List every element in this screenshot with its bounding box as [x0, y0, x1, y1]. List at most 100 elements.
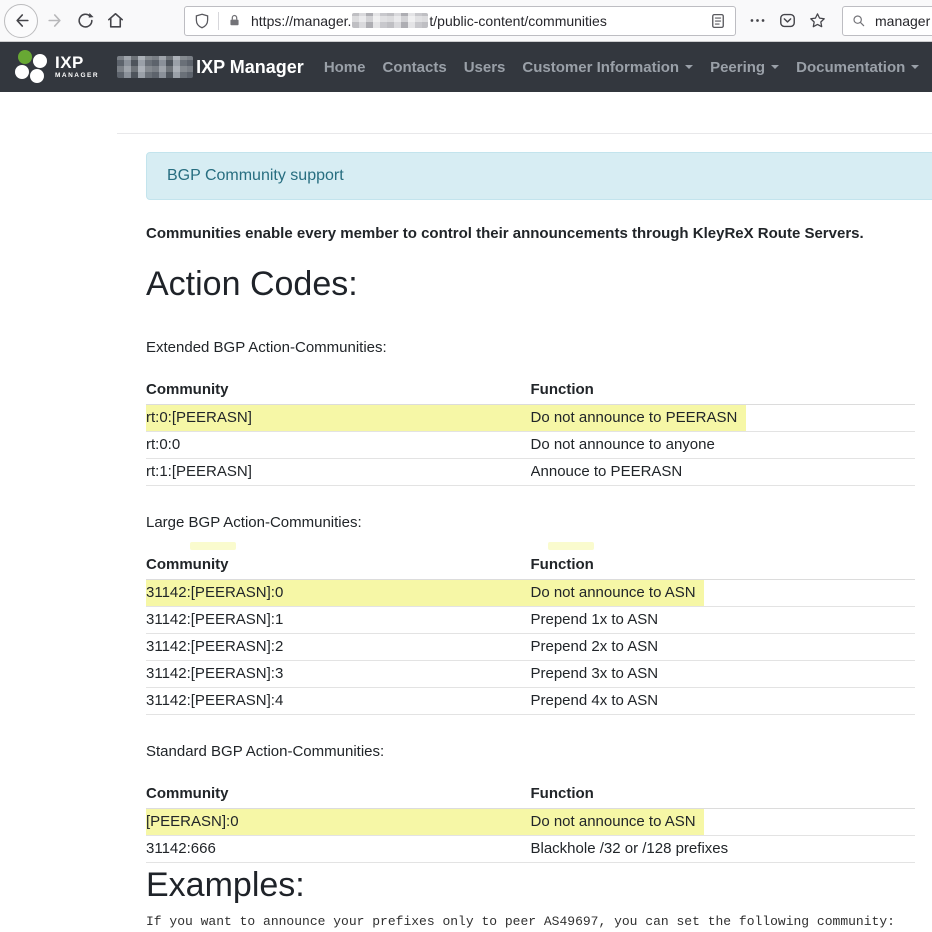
community-cell: 31142:[PEERASN]:1	[146, 607, 531, 634]
pocket-button[interactable]	[772, 6, 802, 36]
community-cell: 31142:[PEERASN]:2	[146, 634, 531, 661]
nav-item-users[interactable]: Users	[464, 59, 506, 76]
ixp-manager-logo[interactable]: IXP MANAGER	[12, 48, 99, 86]
table-row: 31142:666Blackhole /32 or /128 prefixes	[146, 836, 915, 863]
function-cell: Do not announce to anyone	[531, 432, 916, 459]
search-input[interactable]: manager	[842, 6, 932, 36]
content-divider	[117, 133, 932, 134]
logo-text-main: IXP	[55, 54, 99, 71]
browser-window: https://manager. t/public-content/communi…	[0, 0, 932, 932]
community-cell: rt:0:[PEERASN]	[146, 405, 531, 432]
table-row: rt:1:[PEERASN]Annouce to PEERASN	[146, 459, 915, 486]
pocket-icon	[778, 11, 797, 30]
ellipsis-icon	[748, 11, 767, 30]
nav-item-contacts[interactable]: Contacts	[383, 59, 447, 76]
function-cell-highlighted: Do not announce to ASN	[531, 809, 916, 836]
search-icon	[851, 13, 867, 29]
function-cell: Prepend 1x to ASN	[531, 607, 916, 634]
nav-item-label: Contacts	[383, 59, 447, 76]
function-cell-highlighted: Do not announce to ASN	[531, 580, 916, 607]
community-cell: [PEERASN]:0	[146, 809, 531, 836]
reload-button[interactable]	[70, 6, 100, 36]
redacted-brand-name	[117, 56, 193, 78]
table-row: 31142:[PEERASN]:4Prepend 4x to ASN	[146, 688, 915, 715]
back-button[interactable]	[4, 4, 38, 38]
sections: Extended BGP Action-Communities: Communit…	[146, 338, 915, 863]
brand-title[interactable]: IXP Manager	[196, 57, 304, 78]
community-cell: 31142:[PEERASN]:0	[146, 580, 531, 607]
redacted-domain	[352, 13, 428, 28]
url-prefix: https://manager.	[251, 13, 351, 29]
nav-item-peering[interactable]: Peering	[710, 59, 779, 76]
example-text: If you want to announce your prefixes on…	[146, 915, 915, 929]
intro-paragraph: Communities enable every member to contr…	[146, 224, 915, 243]
function-cell: Prepend 3x to ASN	[531, 661, 916, 688]
action-codes-heading: Action Codes:	[146, 264, 915, 304]
communities-table: CommunityFunction[PEERASN]:0Do not annou…	[146, 783, 915, 863]
nav-item-label: Users	[464, 59, 506, 76]
section-label: Extended BGP Action-Communities:	[146, 338, 915, 357]
lock-icon[interactable]	[227, 13, 242, 28]
chevron-down-icon	[685, 65, 693, 69]
community-cell: 31142:[PEERASN]:4	[146, 688, 531, 715]
main-content: Communities enable every member to contr…	[146, 224, 915, 929]
table-header-row: CommunityFunction	[146, 554, 915, 580]
back-arrow-icon	[12, 11, 31, 30]
chevron-down-icon	[771, 65, 779, 69]
nav-item-label: Home	[324, 59, 366, 76]
home-icon	[106, 11, 125, 30]
community-cell: rt:1:[PEERASN]	[146, 459, 531, 486]
table-row: 31142:[PEERASN]:3Prepend 3x to ASN	[146, 661, 915, 688]
url-bar[interactable]: https://manager. t/public-content/communi…	[184, 6, 736, 36]
function-cell: Prepend 2x to ASN	[531, 634, 916, 661]
url-text: https://manager. t/public-content/communi…	[251, 13, 709, 29]
table-row: 31142:[PEERASN]:0Do not announce to ASN	[146, 580, 915, 607]
function-cell: Annouce to PEERASN	[531, 459, 916, 486]
home-button[interactable]	[100, 6, 130, 36]
community-cell: 31142:[PEERASN]:3	[146, 661, 531, 688]
url-suffix: t/public-content/communities	[429, 13, 606, 29]
section-label: Standard BGP Action-Communities:	[146, 742, 915, 761]
search-value: manager	[875, 13, 930, 29]
star-icon	[808, 11, 827, 30]
community-cell: rt:0:0	[146, 432, 531, 459]
nav-item-home[interactable]: Home	[324, 59, 366, 76]
communities-table-wrap: CommunityFunctionrt:0:[PEERASN]Do not an…	[146, 379, 915, 486]
forward-arrow-icon	[46, 11, 65, 30]
table-row: rt:0:0Do not announce to anyone	[146, 432, 915, 459]
nav-item-label: Documentation	[796, 59, 905, 76]
bgp-community-alert: BGP Community support	[146, 152, 932, 200]
function-cell: Blackhole /32 or /128 prefixes	[531, 836, 916, 863]
toolbar-right-icons	[742, 6, 832, 36]
ixp-logo-icon	[12, 48, 50, 86]
nav-items: Home Contacts Users Customer Information Pee…	[324, 59, 932, 76]
browser-toolbar: https://manager. t/public-content/communi…	[0, 0, 932, 42]
forward-button[interactable]	[40, 6, 70, 36]
nav-item-customer-information[interactable]: Customer Information	[522, 59, 693, 76]
nav-item-documentation[interactable]: Documentation	[796, 59, 919, 76]
table-header-cell: Function	[531, 783, 916, 809]
tracking-protection-shield-icon[interactable]	[193, 12, 211, 30]
overflow-menu-button[interactable]	[742, 6, 772, 36]
highlighter-smudge	[548, 542, 594, 550]
communities-table-wrap: CommunityFunction31142:[PEERASN]:0Do not…	[146, 554, 915, 715]
bookmark-button[interactable]	[802, 6, 832, 36]
table-header-row: CommunityFunction	[146, 379, 915, 405]
communities-table-wrap: CommunityFunction[PEERASN]:0Do not annou…	[146, 783, 915, 863]
communities-table: CommunityFunction31142:[PEERASN]:0Do not…	[146, 554, 915, 715]
table-header-cell: Function	[531, 554, 916, 580]
table-header-cell: Function	[531, 379, 916, 405]
urlbar-divider	[218, 12, 219, 30]
highlighter-smudge	[190, 542, 236, 550]
chevron-down-icon	[911, 65, 919, 69]
reload-icon	[76, 11, 95, 30]
function-cell-highlighted: Do not announce to PEERASN	[531, 405, 916, 432]
table-header-row: CommunityFunction	[146, 783, 915, 809]
app-navbar: IXP MANAGER IXP Manager Home Contacts User…	[0, 42, 932, 92]
nav-item-label: Customer Information	[522, 59, 679, 76]
reader-mode-icon[interactable]	[709, 12, 727, 30]
table-header-cell: Community	[146, 554, 531, 580]
communities-table: CommunityFunctionrt:0:[PEERASN]Do not an…	[146, 379, 915, 486]
table-row: 31142:[PEERASN]:1Prepend 1x to ASN	[146, 607, 915, 634]
table-row: [PEERASN]:0Do not announce to ASN	[146, 809, 915, 836]
